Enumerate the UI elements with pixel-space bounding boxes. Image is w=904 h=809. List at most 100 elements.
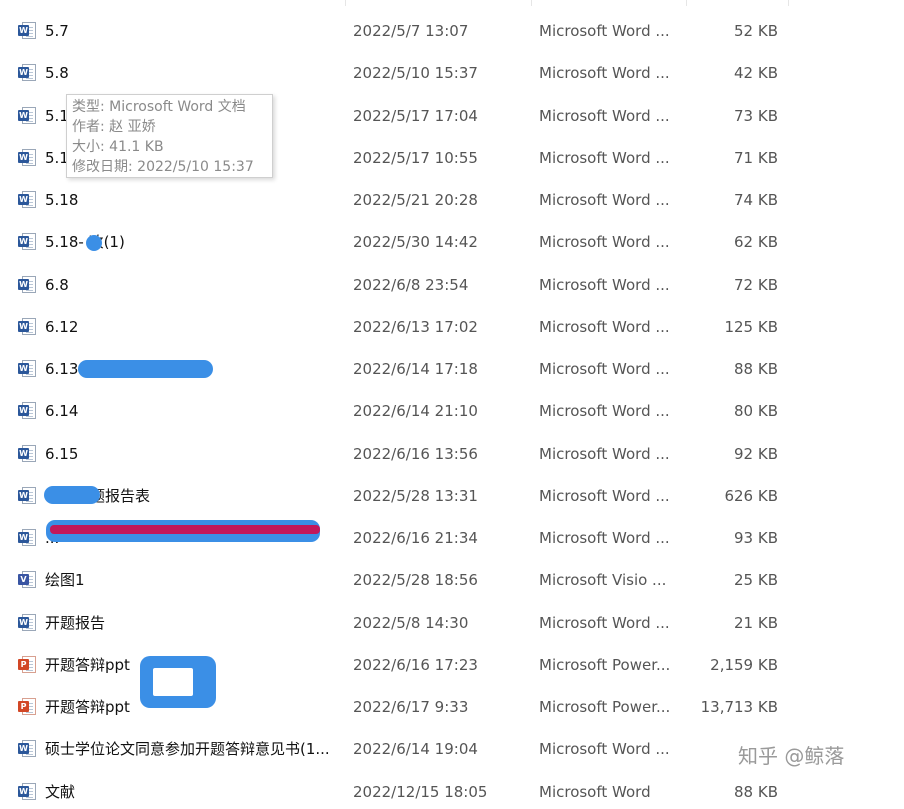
file-size: 21 KB: [734, 614, 778, 632]
app-badge: W: [18, 617, 29, 628]
word-doc-icon: W: [18, 232, 38, 252]
file-date-modified: 2022/5/30 14:42: [353, 233, 478, 251]
file-date-modified: 2022/6/14 17:18: [353, 360, 478, 378]
word-doc-icon: W: [18, 782, 38, 802]
file-icon-cell: W: [18, 394, 40, 428]
file-icon-cell: P: [18, 690, 40, 724]
file-type: Microsoft Word: [539, 783, 651, 801]
file-date-modified: 2022/5/21 20:28: [353, 191, 478, 209]
file-date-modified: 2022/6/13 17:02: [353, 318, 478, 336]
file-row[interactable]: W——开题报告表2022/5/28 13:31Microsoft Word ..…: [0, 479, 904, 513]
app-badge: W: [18, 405, 29, 416]
file-icon-cell: W: [18, 310, 40, 344]
tooltip-type: 类型: Microsoft Word 文档: [72, 99, 246, 115]
file-type: Microsoft Word ...: [539, 614, 670, 632]
file-icon-cell: W: [18, 606, 40, 640]
file-type: Microsoft Word ...: [539, 740, 670, 758]
visio-doc-icon: V: [18, 570, 38, 590]
redaction-mark: [78, 360, 213, 378]
file-row[interactable]: W 5.7 2022/5/7 13:07 Microsoft Word ... 52 K…: [0, 14, 904, 48]
file-icon-cell: W: [18, 352, 40, 386]
file-row[interactable]: W 文献 2022/12/15 18:05 Microsoft Word 88 KB: [0, 775, 904, 809]
column-separator: [686, 0, 687, 6]
app-badge: W: [18, 279, 29, 290]
app-badge: P: [18, 659, 29, 670]
tooltip-modified: 修改日期: 2022/5/10 15:37: [72, 159, 254, 175]
file-row[interactable]: W 6.8 2022/6/8 23:54 Microsoft Word ... 72 K…: [0, 268, 904, 302]
file-info-tooltip: 类型: Microsoft Word 文档 作者: 赵 亚娇 大小: 41.1 …: [66, 94, 273, 178]
file-icon-cell: W: [18, 732, 40, 766]
file-type: Microsoft Word ...: [539, 233, 670, 251]
file-size: 93 KB: [734, 529, 778, 547]
file-type: Microsoft Word ...: [539, 318, 670, 336]
app-badge: W: [18, 321, 29, 332]
file-date-modified: 2022/5/7 13:07: [353, 22, 469, 40]
app-badge: W: [18, 194, 29, 205]
watermark: 知乎 @鲸落: [738, 744, 845, 768]
word-doc-icon: W: [18, 148, 38, 168]
file-icon-cell: W: [18, 56, 40, 90]
file-size: 2,159 KB: [710, 656, 778, 674]
file-name: 6.15: [45, 445, 79, 463]
word-doc-icon: W: [18, 106, 38, 126]
file-date-modified: 2022/6/16 17:23: [353, 656, 478, 674]
redaction-mark: [44, 486, 100, 504]
file-date-modified: 2022/6/14 19:04: [353, 740, 478, 758]
file-size: 52 KB: [734, 22, 778, 40]
file-row[interactable]: P 开题答辩ppt 2022/6/16 17:23 Microsoft Power..…: [0, 648, 904, 682]
word-doc-icon: W: [18, 401, 38, 421]
file-row[interactable]: W 5.18 2022/5/21 20:28 Microsoft Word ... 74…: [0, 183, 904, 217]
file-size: 42 KB: [734, 64, 778, 82]
file-icon-cell: W: [18, 268, 40, 302]
file-name: 6.8: [45, 276, 69, 294]
file-icon-cell: W: [18, 775, 40, 809]
file-size: 125 KB: [724, 318, 778, 336]
file-icon-cell: W: [18, 437, 40, 471]
app-badge: W: [18, 25, 29, 36]
app-badge: V: [18, 574, 29, 585]
file-row[interactable]: V 绘图1 2022/5/28 18:56 Microsoft Visio ... 25…: [0, 563, 904, 597]
app-badge: W: [18, 743, 29, 754]
file-name: 硕士学位论文同意参加开题答辩意见书(1...: [45, 740, 330, 758]
file-row[interactable]: W 5.8 2022/5/10 15:37 Microsoft Word ... 42 …: [0, 56, 904, 90]
file-date-modified: 2022/6/16 21:34: [353, 529, 478, 547]
file-date-modified: 2022/5/8 14:30: [353, 614, 469, 632]
file-type: Microsoft Word ...: [539, 149, 670, 167]
file-type: Microsoft Word ...: [539, 360, 670, 378]
file-name: 6.12: [45, 318, 79, 336]
file-type: Microsoft Word ...: [539, 276, 670, 294]
file-type: Microsoft Power...: [539, 656, 671, 674]
file-row[interactable]: W 6.14 2022/6/14 21:10 Microsoft Word ... 80…: [0, 394, 904, 428]
file-size: 73 KB: [734, 107, 778, 125]
file-row[interactable]: W 6.12 2022/6/13 17:02 Microsoft Word ... 12…: [0, 310, 904, 344]
file-icon-cell: W: [18, 99, 40, 133]
file-icon-cell: W: [18, 479, 40, 513]
file-type: Microsoft Word ...: [539, 402, 670, 420]
file-size: 626 KB: [724, 487, 778, 505]
file-date-modified: 2022/12/15 18:05: [353, 783, 488, 801]
file-row[interactable]: W 5.18- 改(1) 2022/5/30 14:42 Microsoft Word…: [0, 225, 904, 259]
app-badge: W: [18, 490, 29, 501]
file-size: 72 KB: [734, 276, 778, 294]
file-row[interactable]: W 开题报告 2022/5/8 14:30 Microsoft Word ... 21 …: [0, 606, 904, 640]
file-type: Microsoft Word ...: [539, 107, 670, 125]
file-row[interactable]: P 开题答辩ppt 2022/6/17 9:33 Microsoft Power...…: [0, 690, 904, 724]
app-badge: W: [18, 363, 29, 374]
file-name: 5.7: [45, 22, 69, 40]
file-date-modified: 2022/6/14 21:10: [353, 402, 478, 420]
file-icon-cell: W: [18, 141, 40, 175]
file-date-modified: 2022/6/17 9:33: [353, 698, 469, 716]
file-type: Microsoft Word ...: [539, 191, 670, 209]
word-doc-icon: W: [18, 21, 38, 41]
word-doc-icon: W: [18, 613, 38, 633]
file-date-modified: 2022/6/16 13:56: [353, 445, 478, 463]
file-row[interactable]: W 6.15 2022/6/16 13:56 Microsoft Word ... 92…: [0, 437, 904, 471]
powerpoint-doc-icon: P: [18, 697, 38, 717]
column-separator: [788, 0, 789, 6]
redaction-mark: [50, 525, 320, 534]
app-badge: W: [18, 448, 29, 459]
file-type: Microsoft Word ...: [539, 64, 670, 82]
file-size: 92 KB: [734, 445, 778, 463]
file-date-modified: 2022/6/8 23:54: [353, 276, 469, 294]
app-badge: W: [18, 532, 29, 543]
